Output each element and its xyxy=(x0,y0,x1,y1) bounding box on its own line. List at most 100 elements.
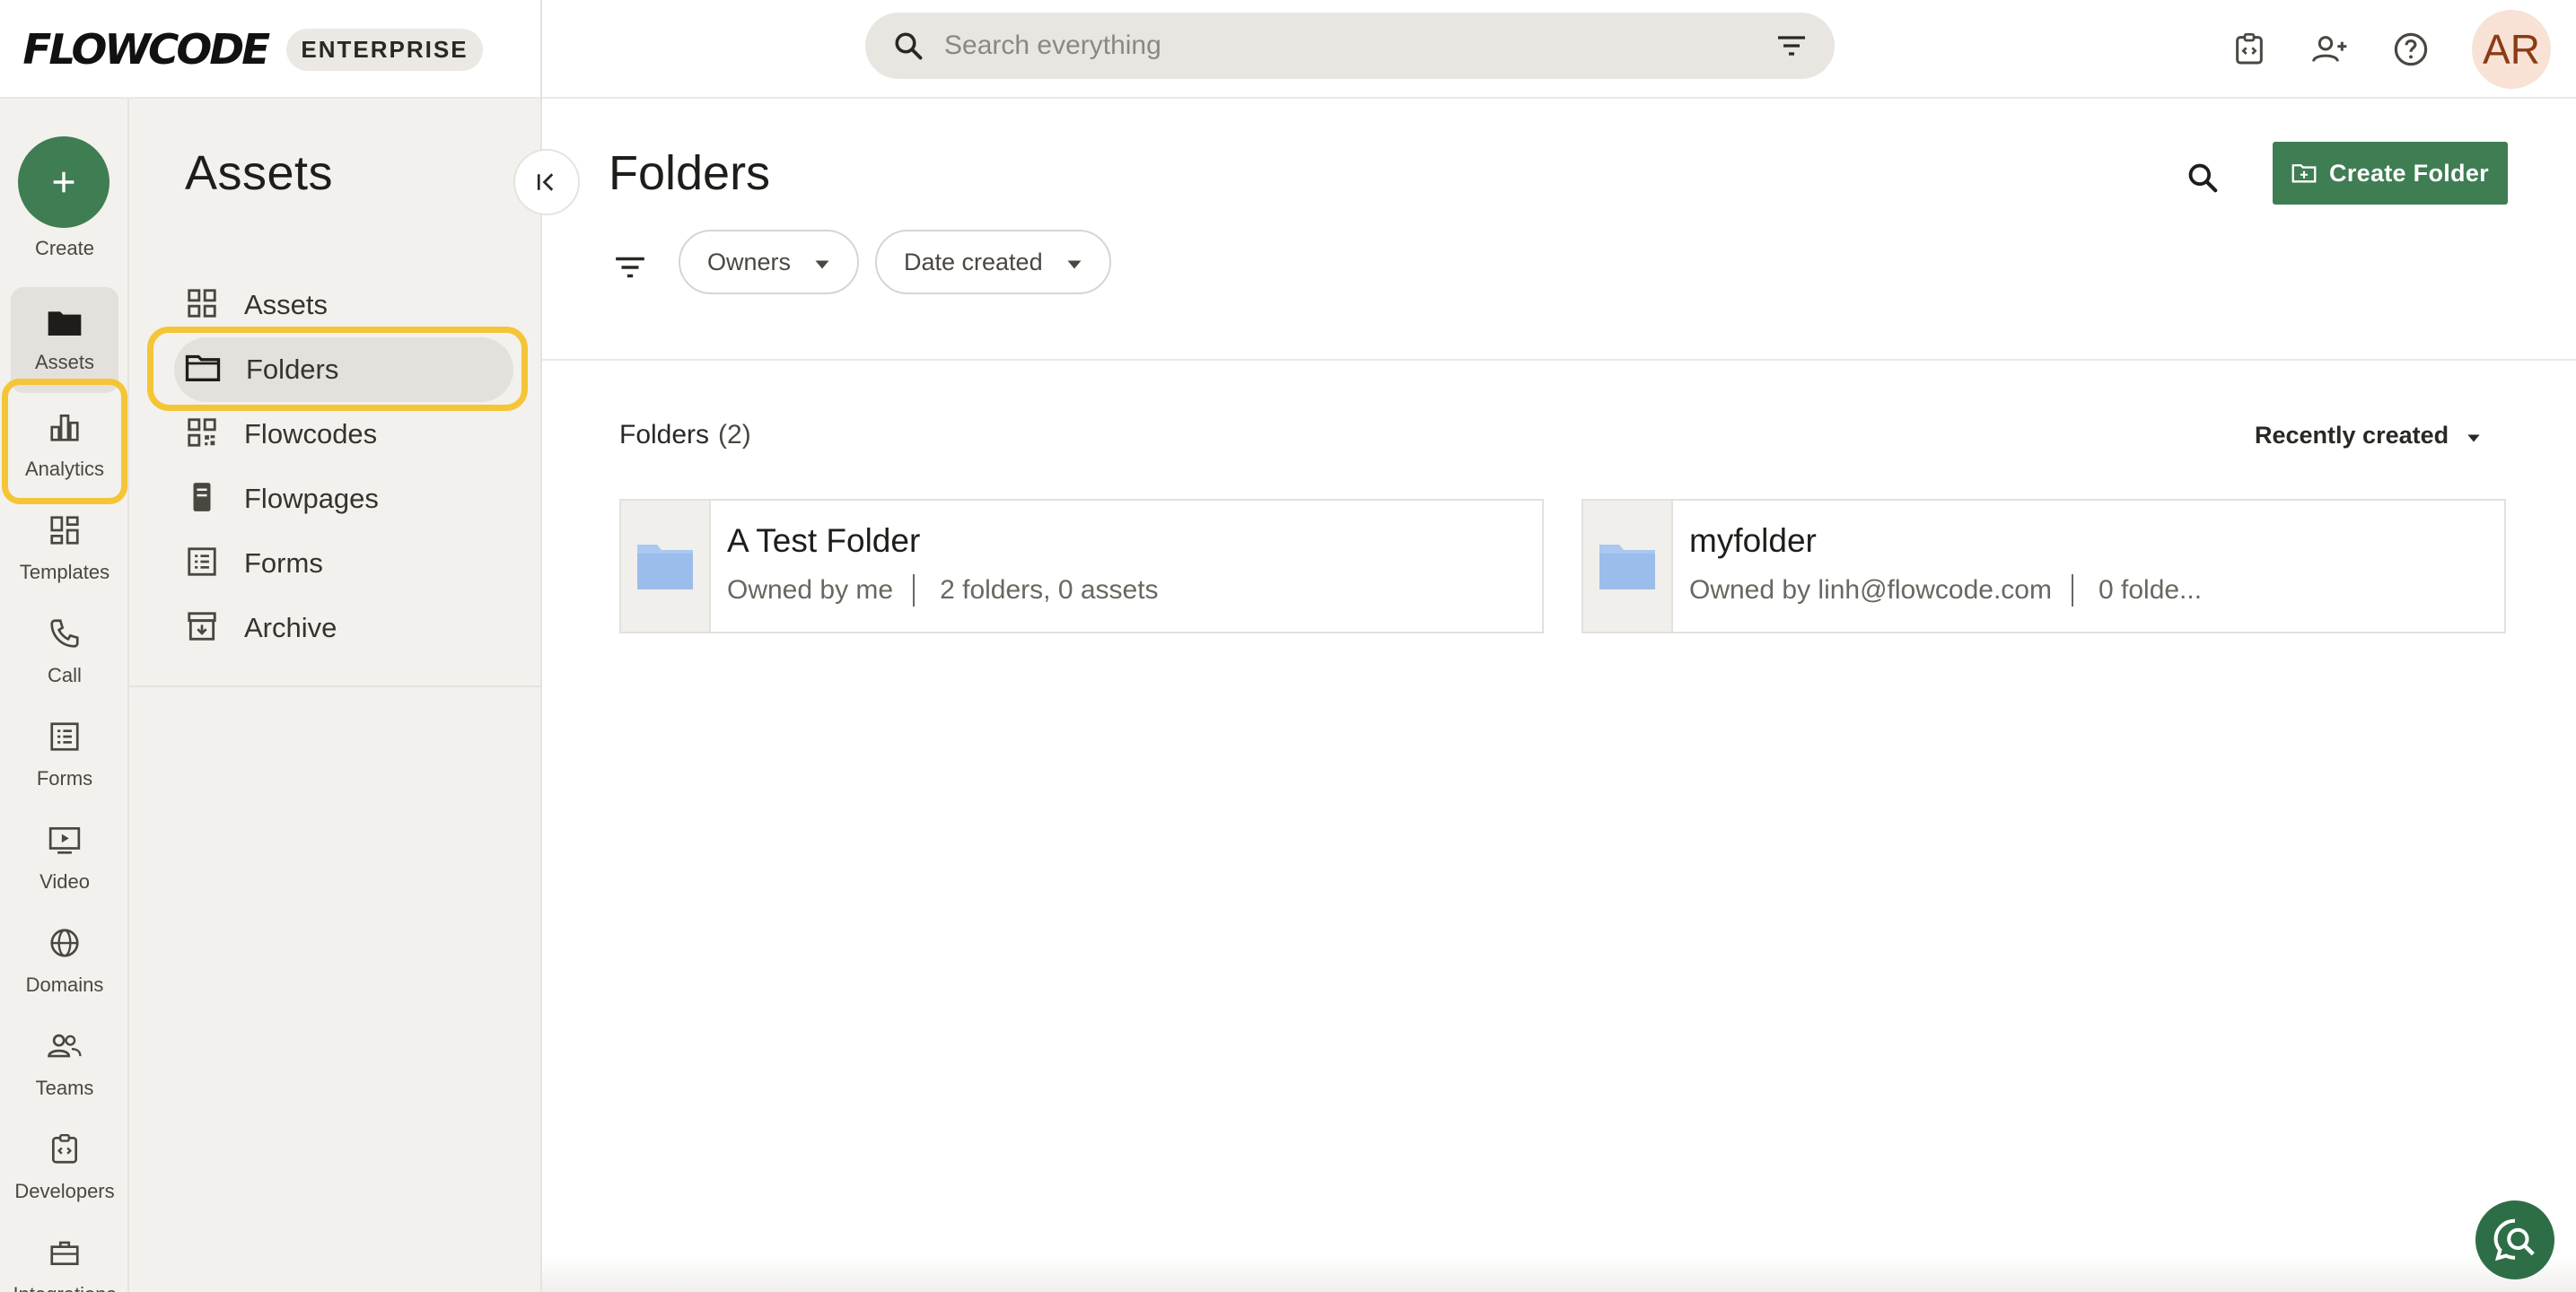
rail-item-label: Assets xyxy=(34,350,95,373)
create-folder-label: Create Folder xyxy=(2329,159,2489,187)
plus-icon xyxy=(53,171,74,193)
folder-meta: Owned by me 2 folders, 0 assets xyxy=(727,574,1159,607)
header-actions: AR xyxy=(2226,9,2551,90)
add-folder-icon xyxy=(2291,164,2317,183)
sidebar-item-label: Flowpages xyxy=(244,483,379,514)
brand-area: FLOWCODE ENTERPRISE xyxy=(0,0,542,99)
primary-nav-rail: Create Assets Analytics Templates Call F… xyxy=(0,99,129,1292)
user-avatar[interactable]: AR xyxy=(2472,10,2551,89)
sidebar-item-forms[interactable]: Forms xyxy=(174,531,513,596)
globe-icon xyxy=(48,926,82,965)
sidebar-item-label: Archive xyxy=(244,612,337,643)
folder-contents: 0 folde... xyxy=(2098,575,2203,605)
rail-item-label: Integrations xyxy=(13,1283,117,1292)
flowcode-logo[interactable]: FLOWCODE xyxy=(22,25,270,74)
archive-icon xyxy=(185,609,219,648)
header-divider xyxy=(542,359,2576,361)
folder-icon xyxy=(637,545,693,589)
folders-count: (2) xyxy=(718,420,751,450)
rail-item-label: Teams xyxy=(35,1076,94,1099)
video-icon xyxy=(47,823,83,861)
folder-owner: Owned by linh@flowcode.com xyxy=(1689,575,2052,605)
list-icon xyxy=(185,545,219,583)
folder-card[interactable]: A Test Folder Owned by me 2 folders, 0 a… xyxy=(619,499,1544,633)
folders-highlight-outline xyxy=(147,327,528,411)
search-filter-icon[interactable] xyxy=(1772,26,1811,65)
folder-icon xyxy=(47,307,83,342)
create-button[interactable] xyxy=(18,136,110,228)
page-icon xyxy=(185,479,219,519)
qr-icon xyxy=(185,415,219,454)
people-icon xyxy=(46,1029,83,1068)
chat-search-icon xyxy=(2493,1218,2535,1261)
sidebar-divider xyxy=(129,685,542,687)
assets-highlight-outline xyxy=(2,379,127,504)
assets-sidebar: Assets Assets Folders Flowcodes Flowpage… xyxy=(129,99,542,1292)
folder-info: A Test Folder Owned by me 2 folders, 0 a… xyxy=(711,501,1159,632)
sidebar-item-archive[interactable]: Archive xyxy=(174,596,513,660)
folders-section-title: Folders (2) xyxy=(619,420,751,450)
global-search[interactable] xyxy=(865,13,1835,79)
create-label: Create xyxy=(34,237,95,259)
sidebar-item-flowpages[interactable]: Flowpages xyxy=(174,467,513,531)
rail-item-integrations[interactable]: Integrations xyxy=(0,1224,129,1292)
folder-meta: Owned by linh@flowcode.com 0 folde... xyxy=(1689,574,2202,607)
search-icon xyxy=(890,28,926,64)
section-label: Folders xyxy=(619,420,710,450)
rail-item-forms[interactable]: Forms xyxy=(0,708,129,801)
rail-item-call[interactable]: Call xyxy=(0,605,129,698)
help-icon[interactable] xyxy=(2388,26,2434,73)
folder-contents: 2 folders, 0 assets xyxy=(940,575,1159,605)
owners-filter-label: Owners xyxy=(707,248,792,275)
caret-down-icon xyxy=(2466,422,2481,450)
list-icon xyxy=(48,720,82,758)
folder-card[interactable]: myfolder Owned by linh@flowcode.com 0 fo… xyxy=(1582,499,2506,633)
collapse-sidebar-button[interactable] xyxy=(513,149,580,215)
meta-separator xyxy=(913,574,916,607)
meta-separator xyxy=(2071,574,2073,607)
date-created-filter-dropdown[interactable]: Date created xyxy=(875,230,1111,294)
create-folder-button[interactable]: Create Folder xyxy=(2273,142,2508,205)
grid-icon xyxy=(185,286,219,325)
sort-dropdown[interactable]: Recently created xyxy=(2255,422,2481,450)
owners-filter-dropdown[interactable]: Owners xyxy=(679,230,860,294)
search-icon[interactable] xyxy=(2177,153,2228,203)
bottom-shadow xyxy=(542,1256,2576,1292)
rail-item-developers[interactable]: Developers xyxy=(0,1121,129,1214)
folder-name[interactable]: A Test Folder xyxy=(727,522,1159,560)
dashboard-icon xyxy=(48,513,82,552)
main-content: Folders Create Folder Owners Date create… xyxy=(542,99,2576,1292)
developer-icon[interactable] xyxy=(2226,26,2273,73)
rail-item-label: Forms xyxy=(36,766,93,790)
page-title: Folders xyxy=(609,146,771,200)
folder-thumbnail xyxy=(621,501,711,632)
rail-item-templates[interactable]: Templates xyxy=(0,502,129,595)
sidebar-item-flowcodes[interactable]: Flowcodes xyxy=(174,402,513,467)
date-created-filter-label: Date created xyxy=(904,248,1043,275)
rail-item-label: Domains xyxy=(25,973,104,996)
sidebar-item-label: Forms xyxy=(244,547,323,579)
rail-item-label: Templates xyxy=(19,560,110,583)
folder-owner: Owned by me xyxy=(727,575,894,605)
enterprise-badge: ENTERPRISE xyxy=(286,28,483,71)
sidebar-title: Assets xyxy=(185,146,334,200)
rail-item-teams[interactable]: Teams xyxy=(0,1017,129,1111)
folder-info: myfolder Owned by linh@flowcode.com 0 fo… xyxy=(1673,501,2202,632)
developer-icon xyxy=(48,1132,82,1171)
sidebar-item-label: Assets xyxy=(244,289,329,320)
help-chat-button[interactable] xyxy=(2475,1200,2554,1279)
rail-item-domains[interactable]: Domains xyxy=(0,914,129,1008)
invite-user-icon[interactable] xyxy=(2307,26,2353,73)
rail-item-video[interactable]: Video xyxy=(0,811,129,904)
toolbox-icon xyxy=(47,1235,83,1274)
caret-down-icon xyxy=(814,249,830,276)
collapse-icon xyxy=(537,173,554,191)
folder-icon xyxy=(1599,545,1655,589)
sort-label: Recently created xyxy=(2255,422,2449,449)
rail-item-label: Video xyxy=(39,869,90,893)
sidebar-item-label: Flowcodes xyxy=(244,418,378,450)
folder-name[interactable]: myfolder xyxy=(1689,522,2202,560)
folder-thumbnail xyxy=(1583,501,1673,632)
filter-icon[interactable] xyxy=(607,244,653,291)
search-input[interactable] xyxy=(944,31,1772,61)
